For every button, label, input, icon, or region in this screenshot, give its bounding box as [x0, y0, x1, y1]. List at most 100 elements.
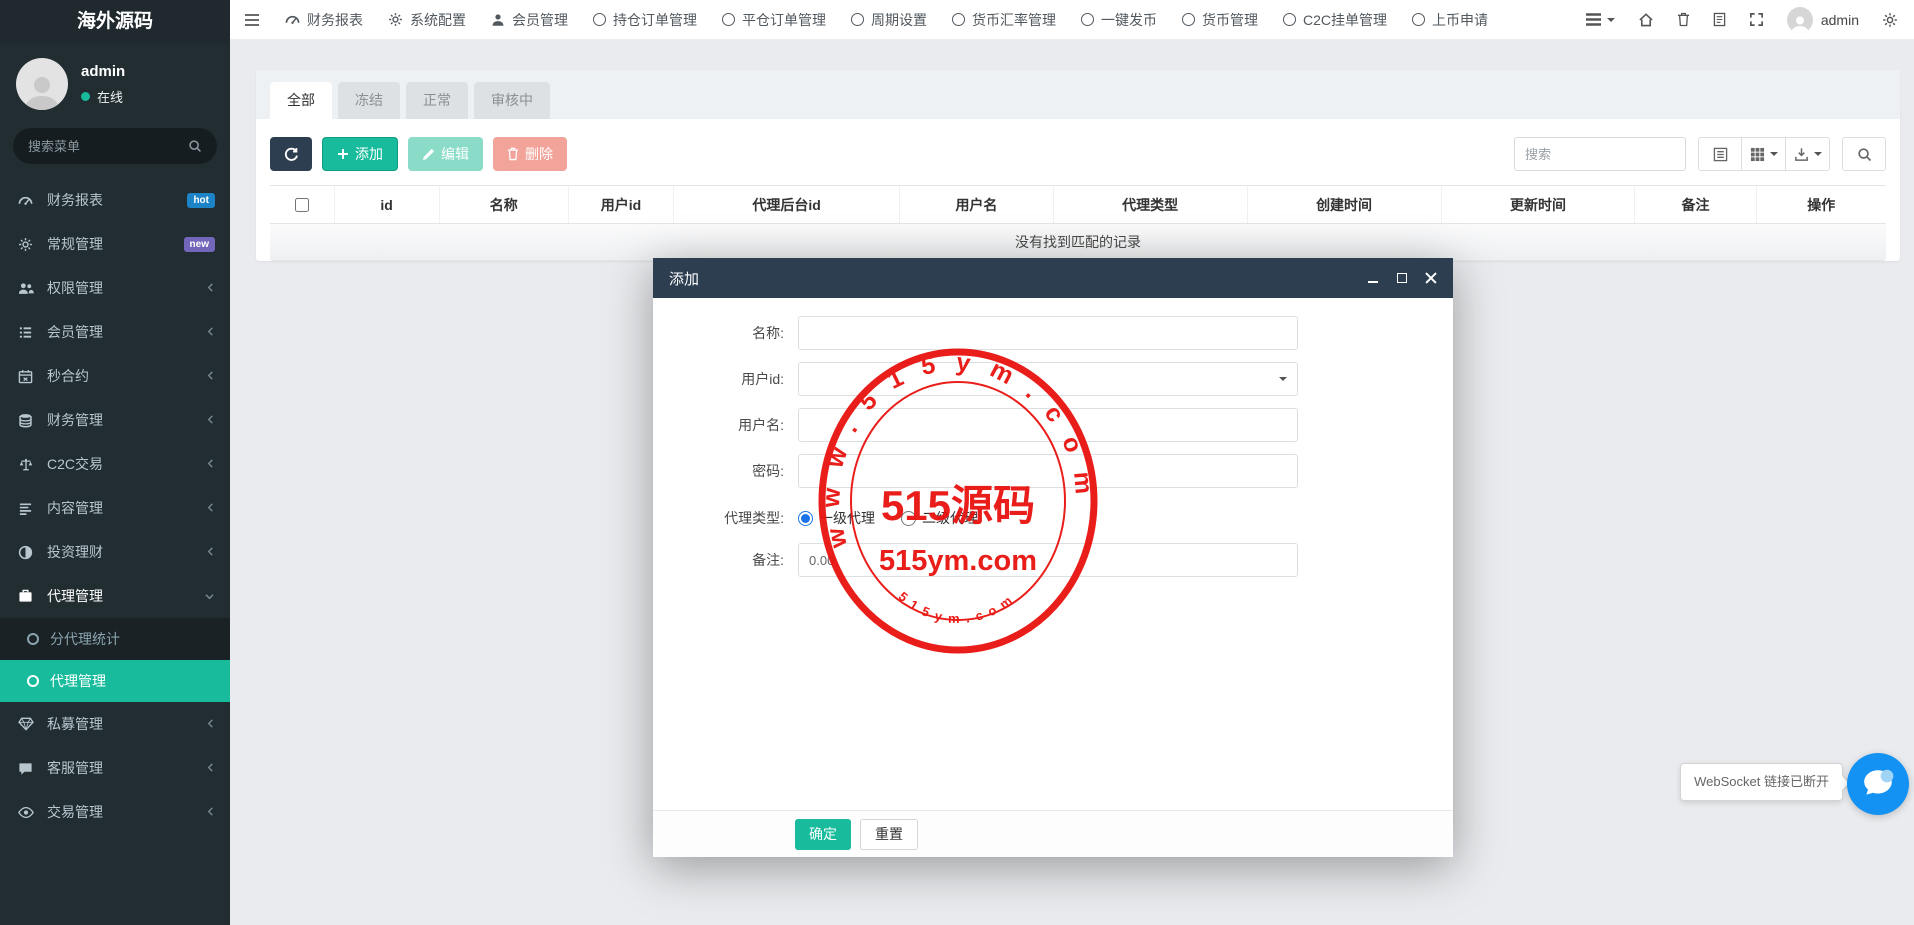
delete-button[interactable]: 删除: [493, 137, 567, 171]
select-all-checkbox[interactable]: [295, 198, 309, 212]
reset-button[interactable]: 重置: [860, 819, 918, 850]
nav-item-one-key-issue[interactable]: 一键发币: [1081, 10, 1157, 30]
home-icon[interactable]: [1638, 12, 1654, 27]
settings-gears-icon[interactable]: [1882, 12, 1898, 28]
minimize-icon[interactable]: [1367, 272, 1379, 284]
search-icon[interactable]: [188, 139, 202, 153]
sidebar-item-permission-manage[interactable]: 权限管理: [0, 266, 230, 310]
fullscreen-icon[interactable]: [1749, 12, 1764, 27]
column-header-username[interactable]: 用户名: [900, 186, 1054, 223]
name-field[interactable]: [798, 316, 1298, 350]
search-icon: [1857, 147, 1872, 162]
nav-item-position-orders[interactable]: 持仓订单管理: [593, 10, 697, 30]
sidebar-subitem-agent-manage[interactable]: 代理管理: [0, 660, 230, 702]
username-field[interactable]: [798, 408, 1298, 442]
tab-all[interactable]: 全部: [270, 82, 332, 119]
nav-item-member-manage[interactable]: 会员管理: [491, 10, 568, 30]
confirm-button[interactable]: 确定: [795, 819, 851, 850]
chevron-left-icon: [206, 760, 215, 776]
dashboard-icon: [285, 12, 300, 27]
password-field[interactable]: [798, 454, 1298, 488]
circle-o-icon: [1182, 13, 1195, 26]
navbar-username: admin: [1821, 12, 1859, 28]
column-header-agent-backend-id[interactable]: 代理后台id: [674, 186, 900, 223]
nav-item-c2c-orders[interactable]: C2C挂单管理: [1283, 10, 1387, 30]
nav-item-currency-manage[interactable]: 货币管理: [1182, 10, 1258, 30]
column-header-updated-at[interactable]: 更新时间: [1442, 186, 1636, 223]
menu-dropdown-icon[interactable]: [1585, 13, 1615, 26]
remark-field[interactable]: [798, 543, 1298, 577]
hamburger-icon[interactable]: [244, 13, 260, 27]
nav-item-currency-rate[interactable]: 货币汇率管理: [952, 10, 1056, 30]
tab-normal[interactable]: 正常: [406, 82, 468, 119]
nav-item-label: 会员管理: [512, 10, 568, 30]
column-header-agent-type[interactable]: 代理类型: [1054, 186, 1248, 223]
nav-item-closed-orders[interactable]: 平仓订单管理: [722, 10, 826, 30]
view-button-group: [1698, 137, 1830, 171]
radio-level2-label: 二级代理: [922, 508, 978, 528]
trash-icon[interactable]: [1677, 12, 1690, 27]
chat-button[interactable]: [1847, 753, 1909, 815]
sidebar-item-investment[interactable]: 投资理财: [0, 530, 230, 574]
tab-frozen[interactable]: 冻结: [338, 82, 400, 119]
maximize-icon[interactable]: [1396, 272, 1408, 284]
nav-item-system-config[interactable]: 系统配置: [388, 10, 466, 30]
sidebar-item-finance-report[interactable]: 财务报表 hot: [0, 178, 230, 222]
column-header-name[interactable]: 名称: [440, 186, 569, 223]
clear-cache-icon[interactable]: [1713, 12, 1726, 27]
dialog-window-controls: [1367, 272, 1437, 284]
sidebar-item-general-manage[interactable]: 常规管理 new: [0, 222, 230, 266]
userid-select[interactable]: [798, 362, 1298, 396]
sidebar-item-member-manage[interactable]: 会员管理: [0, 310, 230, 354]
table-controls: [1514, 137, 1886, 171]
sidebar-subitem-agent-stats[interactable]: 分代理统计: [0, 618, 230, 660]
radio-level2-agent[interactable]: 二级代理: [901, 508, 978, 528]
sidebar-item-customer-service[interactable]: 客服管理: [0, 746, 230, 790]
agent-type-label: 代理类型:: [653, 508, 798, 528]
refresh-button[interactable]: [270, 137, 312, 171]
sidebar-item-private-fund[interactable]: 私募管理: [0, 702, 230, 746]
sidebar-item-label: 私募管理: [47, 714, 206, 734]
search-button[interactable]: [1842, 137, 1886, 171]
sidebar-item-trade-manage[interactable]: 交易管理: [0, 790, 230, 834]
gem-icon: [18, 717, 43, 731]
radio-level2-input[interactable]: [901, 511, 916, 526]
nav-item-finance-report[interactable]: 财务报表: [285, 10, 363, 30]
chevron-left-icon: [206, 280, 215, 296]
avatar: [1787, 7, 1813, 33]
nav-item-label: 平仓订单管理: [742, 10, 826, 30]
radio-level1-input[interactable]: [798, 511, 813, 526]
edit-button[interactable]: 编辑: [408, 137, 483, 171]
sidebar-item-content-manage[interactable]: 内容管理: [0, 486, 230, 530]
export-icon[interactable]: [1786, 137, 1830, 171]
nav-item-label: 货币汇率管理: [972, 10, 1056, 30]
tab-reviewing[interactable]: 审核中: [474, 82, 550, 119]
column-header-actions[interactable]: 操作: [1757, 186, 1886, 223]
column-header-userid[interactable]: 用户id: [569, 186, 674, 223]
sidebar-item-finance-manage[interactable]: 财务管理: [0, 398, 230, 442]
sidebar-item-second-contract[interactable]: 秒合约: [0, 354, 230, 398]
adjust-circle-icon: [18, 545, 43, 560]
close-icon[interactable]: [1425, 272, 1437, 284]
column-header-remark[interactable]: 备注: [1635, 186, 1756, 223]
sidebar-item-c2c-trade[interactable]: C2C交易: [0, 442, 230, 486]
sidebar-search: [13, 128, 217, 164]
sidebar-search-input[interactable]: [28, 139, 188, 154]
dialog-titlebar[interactable]: 添加: [653, 258, 1453, 298]
eye-icon: [18, 806, 43, 819]
gears-icon: [18, 237, 43, 252]
table-search-input[interactable]: [1514, 137, 1686, 171]
gear-icon: [388, 12, 403, 27]
user-status-label: 在线: [97, 87, 123, 106]
nav-item-listing-apply[interactable]: 上币申请: [1412, 10, 1488, 30]
stamp-arc-bottom-text: 515ym.com: [896, 589, 1021, 626]
columns-toggle-icon[interactable]: [1742, 137, 1786, 171]
radio-level1-agent[interactable]: 一级代理: [798, 508, 875, 528]
sidebar-item-agent-manage[interactable]: 代理管理: [0, 574, 230, 618]
nav-item-period-settings[interactable]: 周期设置: [851, 10, 927, 30]
navbar-user-menu[interactable]: admin: [1787, 7, 1859, 33]
detail-view-icon[interactable]: [1698, 137, 1742, 171]
column-header-created-at[interactable]: 创建时间: [1248, 186, 1442, 223]
add-button[interactable]: 添加: [322, 137, 398, 171]
column-header-id[interactable]: id: [335, 186, 440, 223]
